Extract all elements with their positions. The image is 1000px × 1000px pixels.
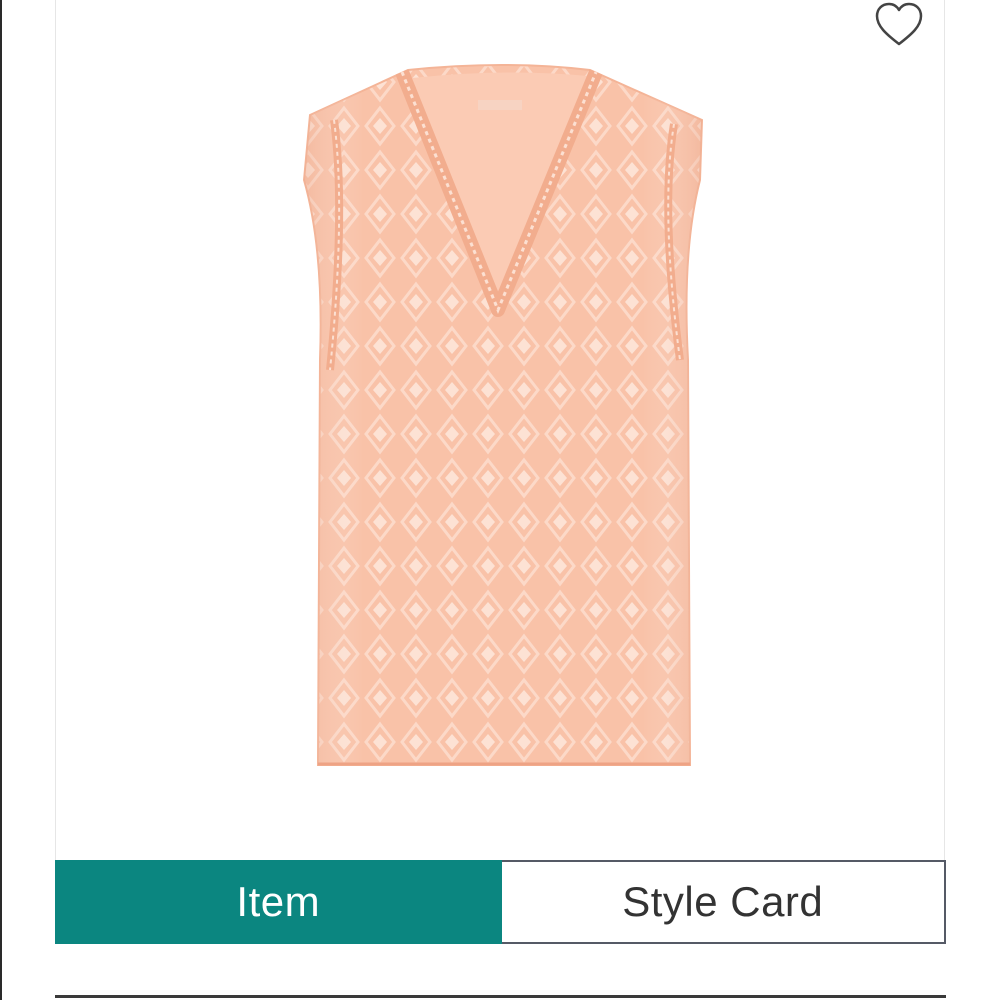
bottom-divider [55, 995, 946, 998]
product-tabs: Item Style Card [55, 860, 946, 944]
tab-item[interactable]: Item [55, 860, 502, 944]
tab-style-card[interactable]: Style Card [501, 860, 946, 944]
product-image [302, 64, 704, 766]
favorite-button[interactable] [872, 0, 926, 50]
product-detail-page: Item Style Card [0, 0, 1000, 1000]
heart-outline-icon [875, 2, 923, 46]
left-edge-divider [0, 0, 2, 1000]
